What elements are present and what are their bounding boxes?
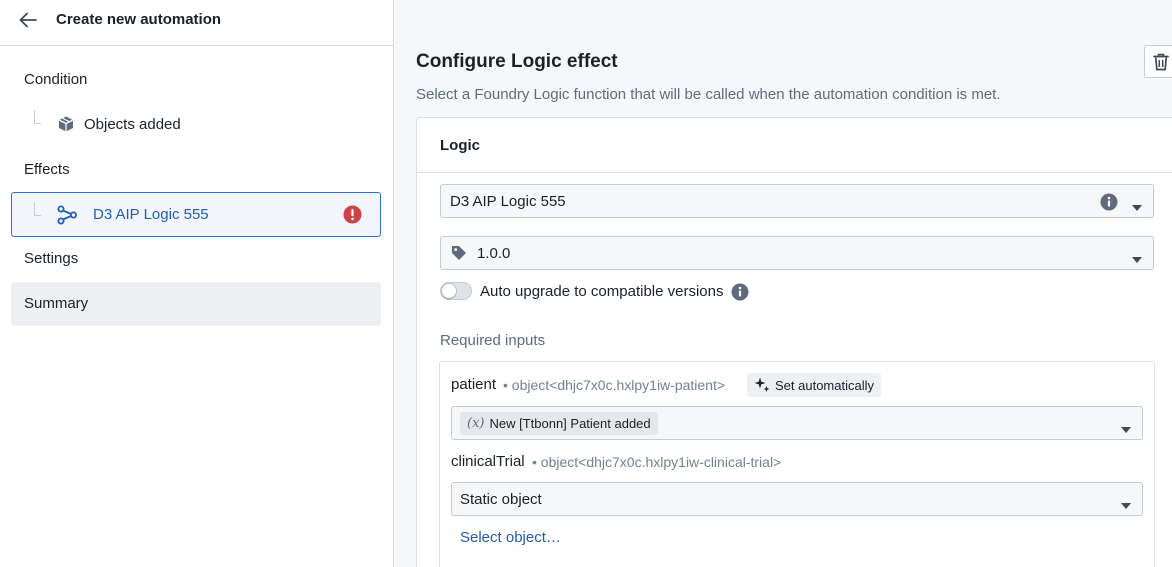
auto-upgrade-toggle[interactable] xyxy=(440,282,472,300)
sidebar-header: Create new automation xyxy=(0,0,393,46)
condition-section-label: Condition xyxy=(24,71,88,88)
select-object-link[interactable]: Select object… xyxy=(460,529,561,546)
delete-effect-button[interactable] xyxy=(1144,45,1172,78)
caret-down-icon xyxy=(1121,420,1131,433)
set-automatically-label: Set automatically xyxy=(775,377,874,393)
graph-function-icon xyxy=(57,205,77,225)
effect-item-d3-aip-logic[interactable]: D3 AIP Logic 555 xyxy=(11,192,381,237)
automation-sidebar: Create new automation Condition Objects … xyxy=(0,0,394,567)
cube-icon xyxy=(57,115,75,133)
section-title: Configure Logic effect xyxy=(416,51,618,72)
logic-card: Logic D3 AIP Logic 555 1.0.0 Auto upgrad… xyxy=(416,117,1172,567)
section-description: Select a Foundry Logic function that wil… xyxy=(416,86,1001,103)
variable-tag[interactable]: (x) New [Ttbonn] Patient added xyxy=(460,412,658,435)
input-name-patient: patient xyxy=(451,376,497,393)
page-title: Create new automation xyxy=(56,11,222,28)
tree-connector xyxy=(34,110,41,124)
info-icon[interactable] xyxy=(1100,193,1118,211)
input-name-clinical-trial: clinicalTrial xyxy=(451,453,525,470)
summary-label: Summary xyxy=(24,295,89,312)
trash-icon xyxy=(1153,53,1169,71)
variable-value: New [Ttbonn] Patient added xyxy=(489,416,651,431)
caret-down-icon xyxy=(1132,250,1142,263)
sidebar-item-summary[interactable]: Summary xyxy=(11,282,381,326)
card-title: Logic xyxy=(440,137,480,154)
required-inputs-box: patient • object<dhjc7x0c.hxlpy1iw-patie… xyxy=(439,361,1155,567)
auto-upgrade-label: Auto upgrade to compatible versions xyxy=(480,283,724,300)
toggle-knob xyxy=(442,284,456,298)
logic-function-select[interactable]: D3 AIP Logic 555 xyxy=(440,184,1154,218)
patient-input-select[interactable]: (x) New [Ttbonn] Patient added xyxy=(451,406,1143,440)
version-select[interactable]: 1.0.0 xyxy=(440,236,1154,270)
effect-config-panel: Configure Logic effect Select a Foundry … xyxy=(395,0,1172,567)
effect-item-label: D3 AIP Logic 555 xyxy=(93,206,209,223)
input-type-clinical-trial: • object<dhjc7x0c.hxlpy1iw-clinical-tria… xyxy=(532,454,782,470)
clinical-trial-input-select[interactable]: Static object xyxy=(451,482,1143,516)
caret-down-icon xyxy=(1132,198,1142,211)
info-icon[interactable] xyxy=(731,283,749,301)
error-icon xyxy=(343,205,362,224)
input-type-patient: • object<dhjc7x0c.hxlpy1iw-patient> xyxy=(503,377,726,393)
tree-connector xyxy=(34,202,41,216)
sidebar-item-settings[interactable]: Settings xyxy=(24,250,78,267)
arrow-left-icon[interactable] xyxy=(18,10,38,30)
sparkle-icon xyxy=(753,376,771,394)
variable-icon: (x) xyxy=(467,416,485,431)
condition-item-label: Objects added xyxy=(84,115,181,133)
card-header: Logic xyxy=(417,118,1172,173)
version-value: 1.0.0 xyxy=(477,244,511,262)
effects-section-label: Effects xyxy=(24,161,70,178)
clinical-trial-value: Static object xyxy=(460,490,542,508)
logic-function-value: D3 AIP Logic 555 xyxy=(450,192,566,210)
condition-item-objects-added[interactable]: Objects added xyxy=(57,115,181,133)
required-inputs-label: Required inputs xyxy=(440,332,546,349)
caret-down-icon xyxy=(1121,496,1131,509)
tag-icon xyxy=(451,245,467,261)
set-automatically-button[interactable]: Set automatically xyxy=(747,373,881,397)
